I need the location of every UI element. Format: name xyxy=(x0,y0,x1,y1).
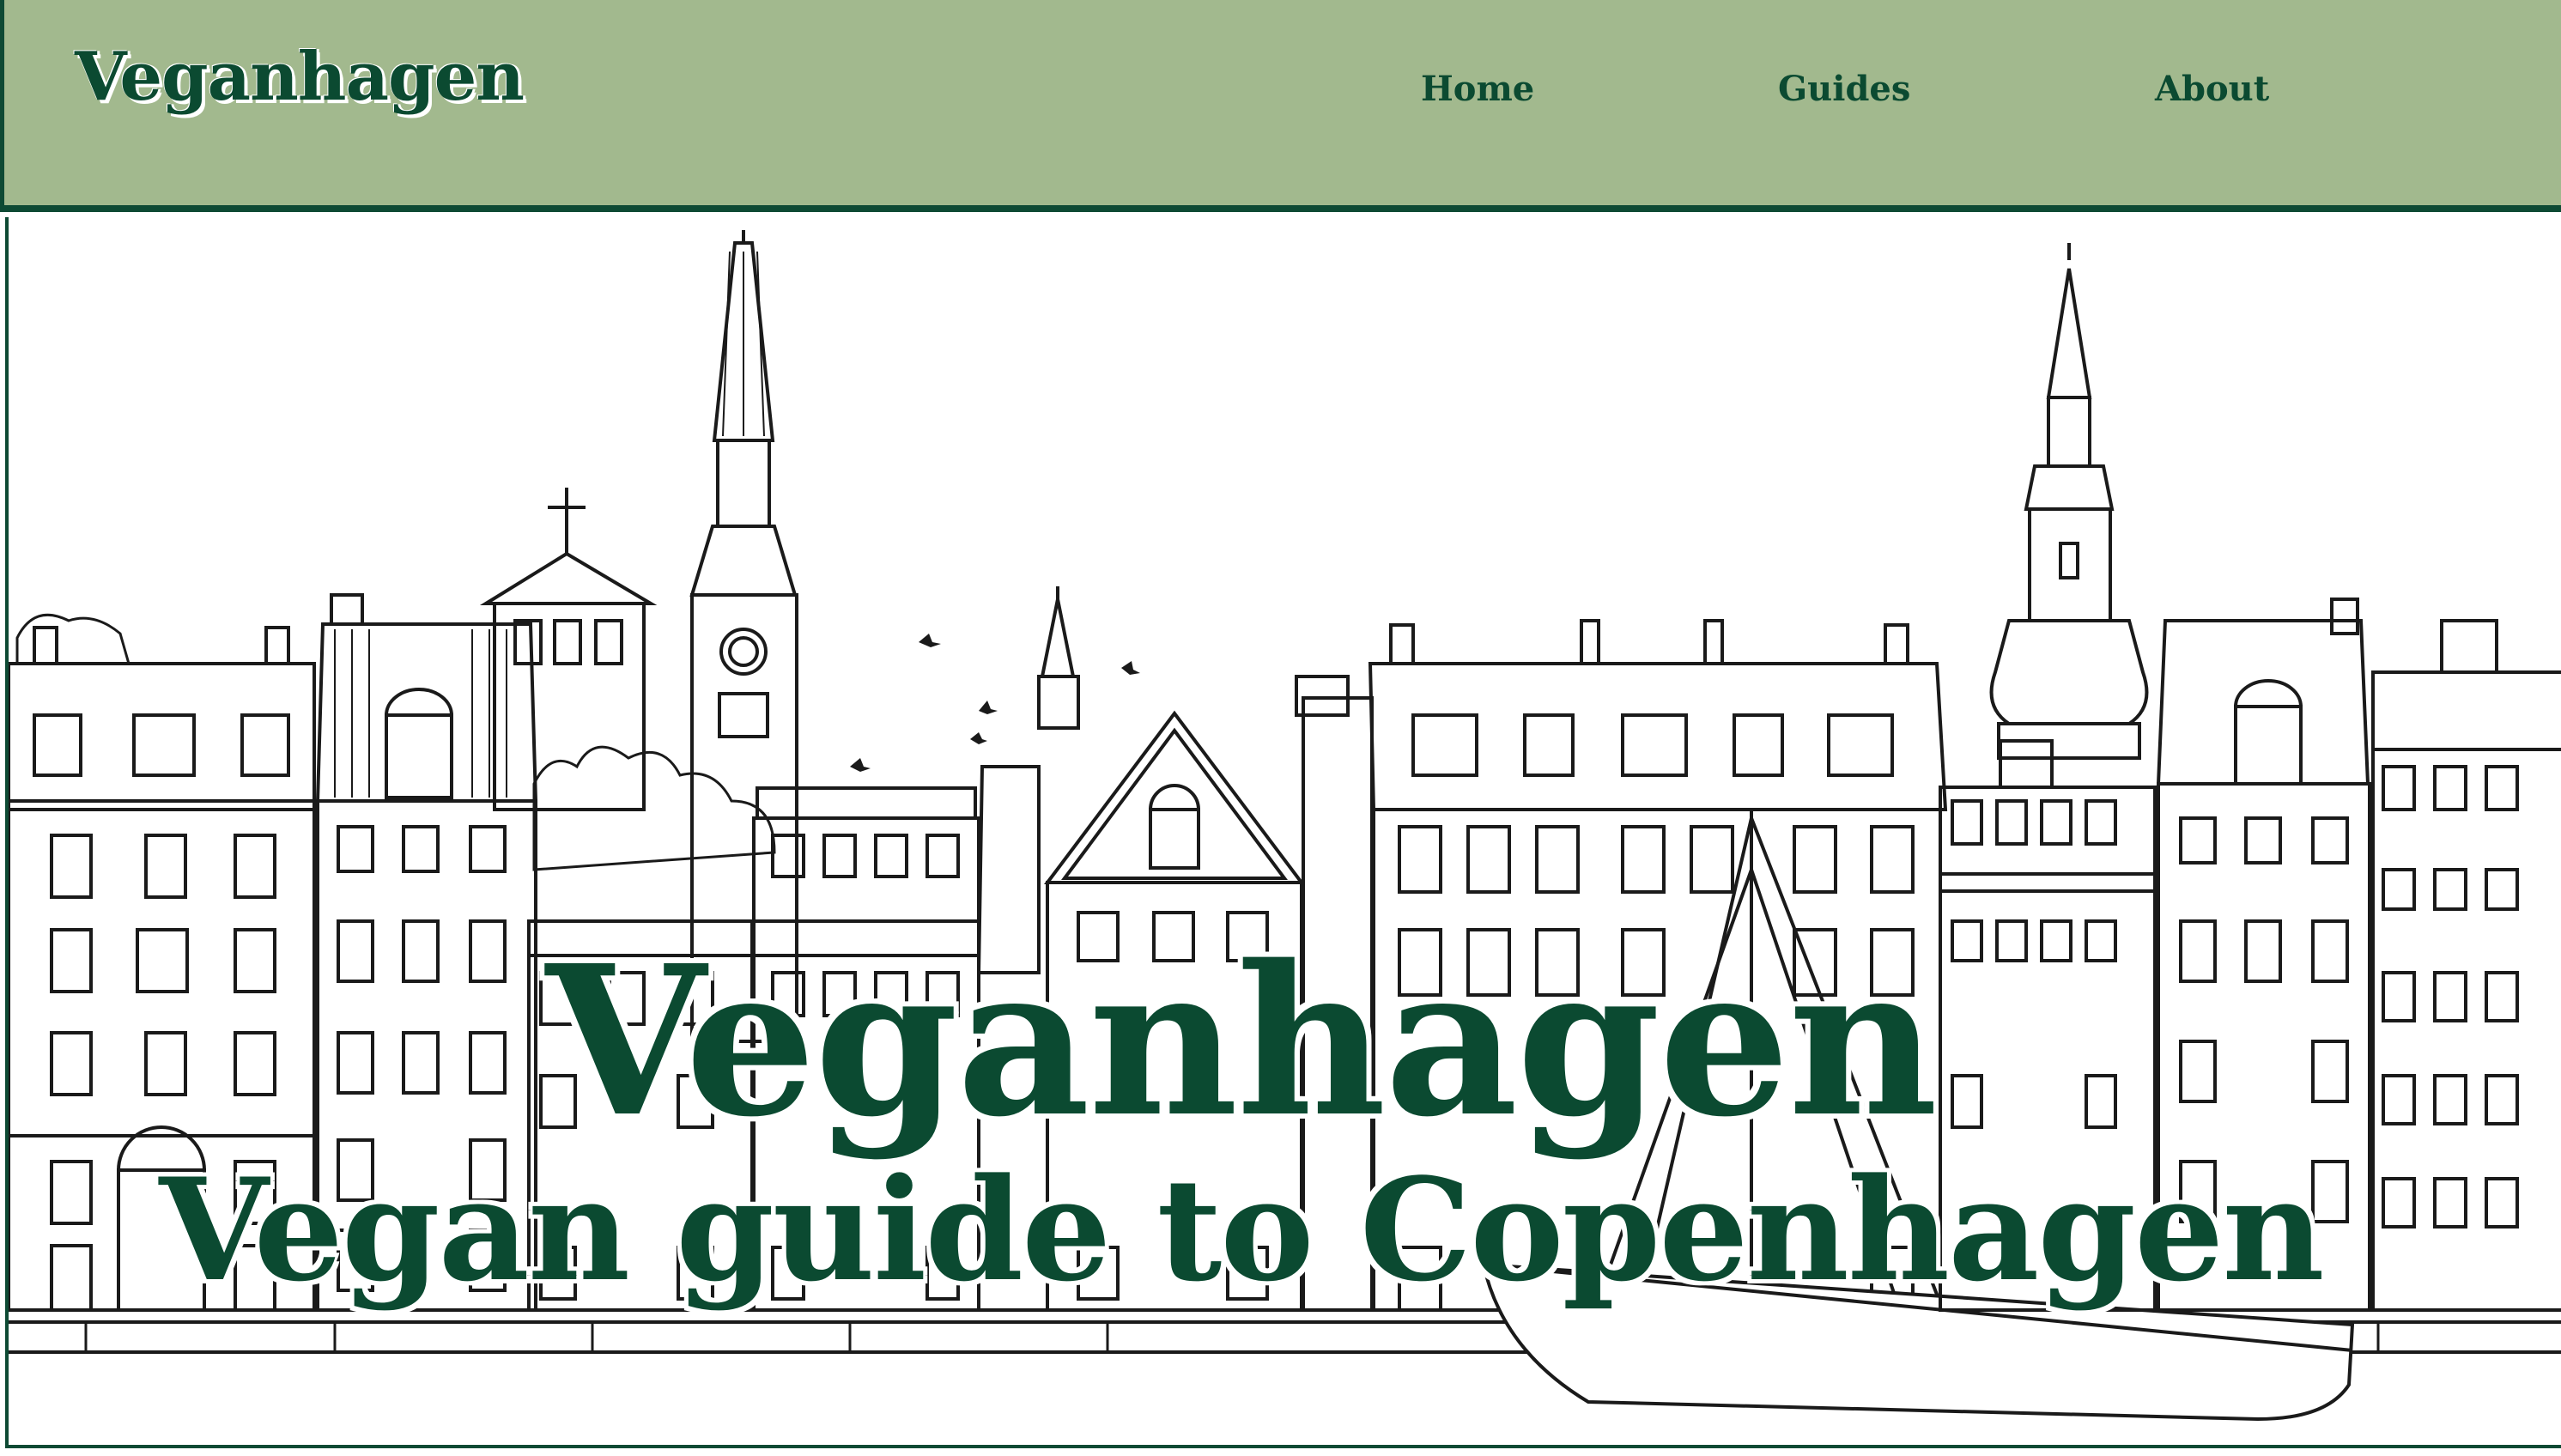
site-header: Veganhagen Home Guides About xyxy=(0,0,2561,212)
hero-title: Veganhagen xyxy=(545,920,1939,1162)
hero-subtitle: Vegan guide to Copenhagen xyxy=(159,1147,2324,1313)
nav-home-link[interactable]: Home xyxy=(1421,69,1534,109)
nav-guides-link[interactable]: Guides xyxy=(1778,69,1910,109)
nav-about-link[interactable]: About xyxy=(2155,69,2269,109)
site-logo[interactable]: Veganhagen xyxy=(75,38,525,116)
hero-banner: Veganhagen Vegan guide to Copenhagen xyxy=(5,217,2561,1448)
